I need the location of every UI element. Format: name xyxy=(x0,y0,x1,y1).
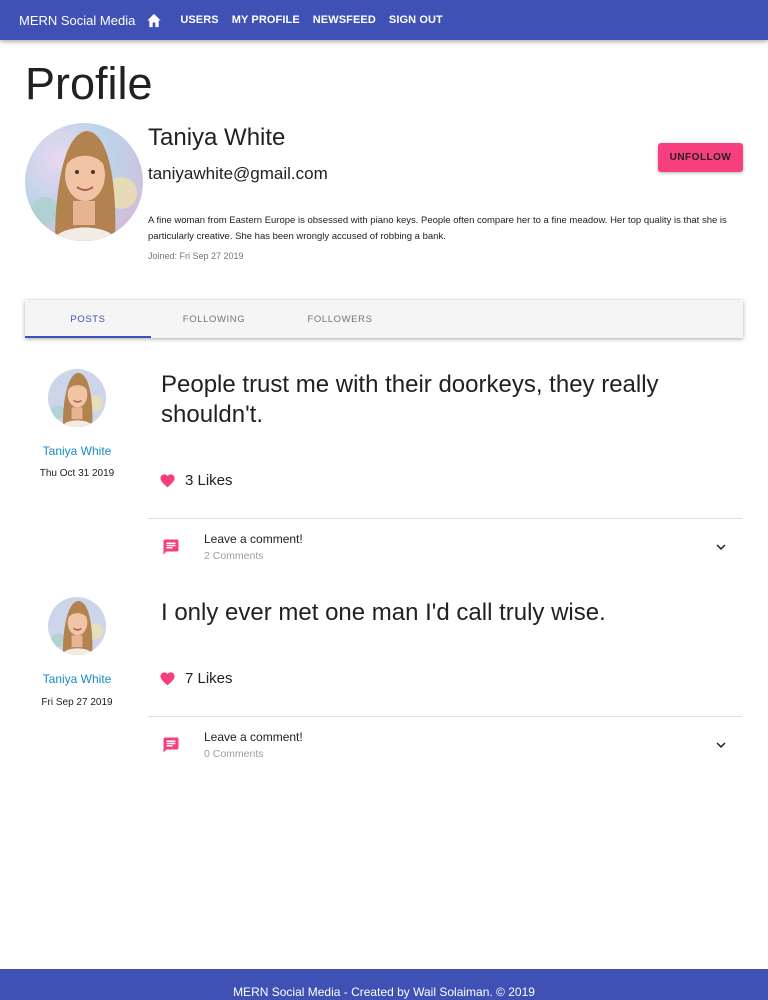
profile-tabs: POSTS FOLLOWING FOLLOWERS xyxy=(25,300,743,338)
tab-followers[interactable]: FOLLOWERS xyxy=(277,300,403,338)
post-likes: 3 Likes xyxy=(158,471,233,489)
heart-icon[interactable] xyxy=(158,471,176,489)
post-author-name[interactable]: Taniya White xyxy=(22,672,132,686)
home-icon[interactable] xyxy=(145,11,163,29)
footer: MERN Social Media - Created by Wail Sola… xyxy=(0,969,768,1000)
divider xyxy=(148,716,742,717)
comments-expander[interactable]: Leave a comment! 0 Comments xyxy=(148,724,742,770)
comment-count: 0 Comments xyxy=(204,748,264,760)
post-date: Thu Oct 31 2019 xyxy=(39,468,115,479)
post-author-name[interactable]: Taniya White xyxy=(22,444,132,458)
comment-prompt: Leave a comment! xyxy=(204,730,303,744)
nav-my-profile-link[interactable]: MY PROFILE xyxy=(232,14,300,26)
profile-joined-date: Joined: Fri Sep 27 2019 xyxy=(148,251,244,261)
post-text: I only ever met one man I'd call truly w… xyxy=(161,599,606,626)
post-date: Fri Sep 27 2019 xyxy=(41,697,113,708)
post-likes: 7 Likes xyxy=(158,669,233,687)
post-author-avatar[interactable] xyxy=(48,369,106,427)
comment-icon xyxy=(162,736,180,754)
footer-text: MERN Social Media - Created by Wail Sola… xyxy=(233,984,535,999)
tab-following[interactable]: FOLLOWING xyxy=(151,300,277,338)
nav-newsfeed-link[interactable]: NEWSFEED xyxy=(313,14,376,26)
profile-avatar xyxy=(25,123,143,241)
comments-expander[interactable]: Leave a comment! 2 Comments xyxy=(148,526,742,572)
nav-users-link[interactable]: USERS xyxy=(180,14,218,26)
comment-prompt: Leave a comment! xyxy=(204,532,303,546)
divider xyxy=(148,518,742,519)
app-brand: MERN Social Media xyxy=(19,12,136,28)
post-author-avatar[interactable] xyxy=(48,597,106,655)
app-bar: MERN Social Media USERS MY PROFILE NEWSF… xyxy=(0,0,768,40)
chevron-down-icon[interactable] xyxy=(712,736,730,754)
tab-posts[interactable]: POSTS xyxy=(25,300,151,338)
unfollow-button[interactable]: UNFOLLOW xyxy=(658,143,743,172)
comment-icon xyxy=(162,538,180,556)
post-text: People trust me with their doorkeys, the… xyxy=(161,371,659,428)
profile-email: taniyawhite@gmail.com xyxy=(148,164,328,183)
tab-indicator xyxy=(25,336,151,338)
likes-count: 7 Likes xyxy=(185,669,233,687)
nav-sign-out-link[interactable]: SIGN OUT xyxy=(389,14,443,26)
heart-icon[interactable] xyxy=(158,669,176,687)
profile-about: A fine woman from Eastern Europe is obse… xyxy=(148,215,727,242)
chevron-down-icon[interactable] xyxy=(712,538,730,556)
profile-name: Taniya White xyxy=(148,124,286,151)
page-title: Profile xyxy=(25,58,153,109)
likes-count: 3 Likes xyxy=(185,471,233,489)
comment-count: 2 Comments xyxy=(204,550,264,562)
